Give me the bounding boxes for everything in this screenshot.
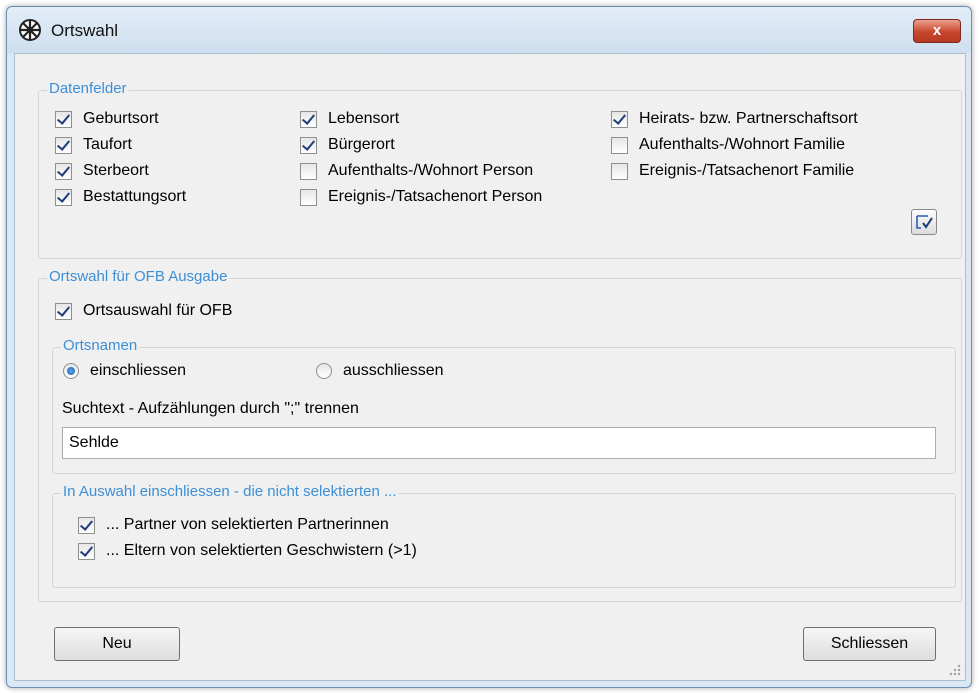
checkbox-box[interactable]: [55, 110, 72, 128]
checkbox-label: Lebensort: [328, 110, 400, 127]
checkbox-label: ... Partner von selektierten Partnerinne…: [106, 516, 389, 533]
checkbox-eltern[interactable]: ... Eltern von selektierten Geschwistern…: [78, 542, 417, 560]
checkbox-ereignisort-person[interactable]: Ereignis-/Tatsachenort Person: [300, 188, 542, 206]
checkbox-label: Taufort: [83, 136, 132, 153]
checkbox-bestattungsort[interactable]: Bestattungsort: [55, 188, 186, 206]
ofb-legend: Ortswahl für OFB Ausgabe: [47, 268, 230, 285]
checkbox-box[interactable]: [78, 516, 95, 534]
checkbox-box[interactable]: [55, 136, 72, 154]
checkbox-box[interactable]: [300, 188, 317, 206]
ortsnamen-legend: Ortsnamen: [61, 337, 140, 354]
checkbox-label: Aufenthalts-/Wohnort Familie: [639, 136, 846, 153]
search-text-input[interactable]: [62, 427, 936, 459]
checkbox-aufenthaltsort-familie[interactable]: Aufenthalts-/Wohnort Familie: [611, 136, 845, 154]
checkbox-taufort[interactable]: Taufort: [55, 136, 132, 154]
window-title: Ortswahl: [51, 21, 119, 40]
checkbox-label: Heirats- bzw. Partnerschaftsort: [639, 110, 858, 127]
checkbox-box[interactable]: [611, 162, 628, 180]
checkbox-box[interactable]: [55, 302, 72, 320]
radio-button[interactable]: [316, 363, 332, 379]
checkbox-ortsauswahl-ofb[interactable]: Ortsauswahl für OFB: [55, 302, 232, 320]
neu-button[interactable]: Neu: [54, 627, 180, 661]
checkbox-label: Geburtsort: [83, 110, 159, 127]
datenfelder-legend: Datenfelder: [47, 80, 129, 97]
checkbox-label: Ereignis-/Tatsachenort Familie: [639, 162, 855, 179]
radio-label: einschliessen: [90, 362, 187, 379]
checkbox-box[interactable]: [55, 162, 72, 180]
checkbox-box[interactable]: [611, 136, 628, 154]
checkbox-label: Bestattungsort: [83, 188, 187, 205]
checkbox-label: Aufenthalts-/Wohnort Person: [328, 162, 534, 179]
checkbox-sterbeort[interactable]: Sterbeort: [55, 162, 149, 180]
checkbox-box[interactable]: [611, 110, 628, 128]
dialog-client-area: Datenfelder Geburtsort Taufort Sterbeort…: [14, 53, 966, 681]
checkbox-box[interactable]: [300, 110, 317, 128]
checkbox-lebensort[interactable]: Lebensort: [300, 110, 399, 128]
einschliessen-legend: In Auswahl einschliessen - die nicht sel…: [61, 483, 399, 500]
checkbox-buergerort[interactable]: Bürgerort: [300, 136, 395, 154]
apply-selection-button[interactable]: [911, 209, 937, 235]
resize-grip-icon[interactable]: [949, 664, 961, 676]
checkbox-box[interactable]: [55, 188, 72, 206]
radio-ausschliessen[interactable]: ausschliessen: [316, 362, 444, 380]
title-bar[interactable]: Ortswahl x: [7, 7, 971, 53]
checkbox-partner[interactable]: ... Partner von selektierten Partnerinne…: [78, 516, 389, 534]
radio-einschliessen[interactable]: einschliessen: [63, 362, 186, 380]
checkbox-label: Ereignis-/Tatsachenort Person: [328, 188, 543, 205]
checkbox-label: Ortsauswahl für OFB: [83, 302, 233, 319]
checkbox-aufenthaltsort-person[interactable]: Aufenthalts-/Wohnort Person: [300, 162, 533, 180]
ortswahl-dialog: Ortswahl x Datenfelder Geburtsort Taufor…: [6, 6, 972, 688]
checkbox-box[interactable]: [78, 542, 95, 560]
schliessen-button[interactable]: Schliessen: [803, 627, 936, 661]
radio-button[interactable]: [63, 363, 79, 379]
radio-label: ausschliessen: [343, 362, 444, 379]
checkbox-box[interactable]: [300, 162, 317, 180]
checkbox-ereignisort-familie[interactable]: Ereignis-/Tatsachenort Familie: [611, 162, 854, 180]
search-label: Suchtext - Aufzählungen durch ";" trenne…: [62, 400, 359, 417]
app-icon: [19, 19, 41, 41]
checkbox-label: Sterbeort: [83, 162, 149, 179]
checklist-icon: [916, 215, 933, 229]
checkbox-box[interactable]: [300, 136, 317, 154]
checkbox-label: Bürgerort: [328, 136, 395, 153]
checkbox-label: ... Eltern von selektierten Geschwistern…: [106, 542, 417, 559]
einschliessen-group: In Auswahl einschliessen - die nicht sel…: [52, 483, 956, 588]
checkbox-heiratsort[interactable]: Heirats- bzw. Partnerschaftsort: [611, 110, 858, 128]
close-button[interactable]: x: [913, 19, 961, 43]
checkbox-geburtsort[interactable]: Geburtsort: [55, 110, 159, 128]
close-icon: x: [932, 22, 942, 39]
